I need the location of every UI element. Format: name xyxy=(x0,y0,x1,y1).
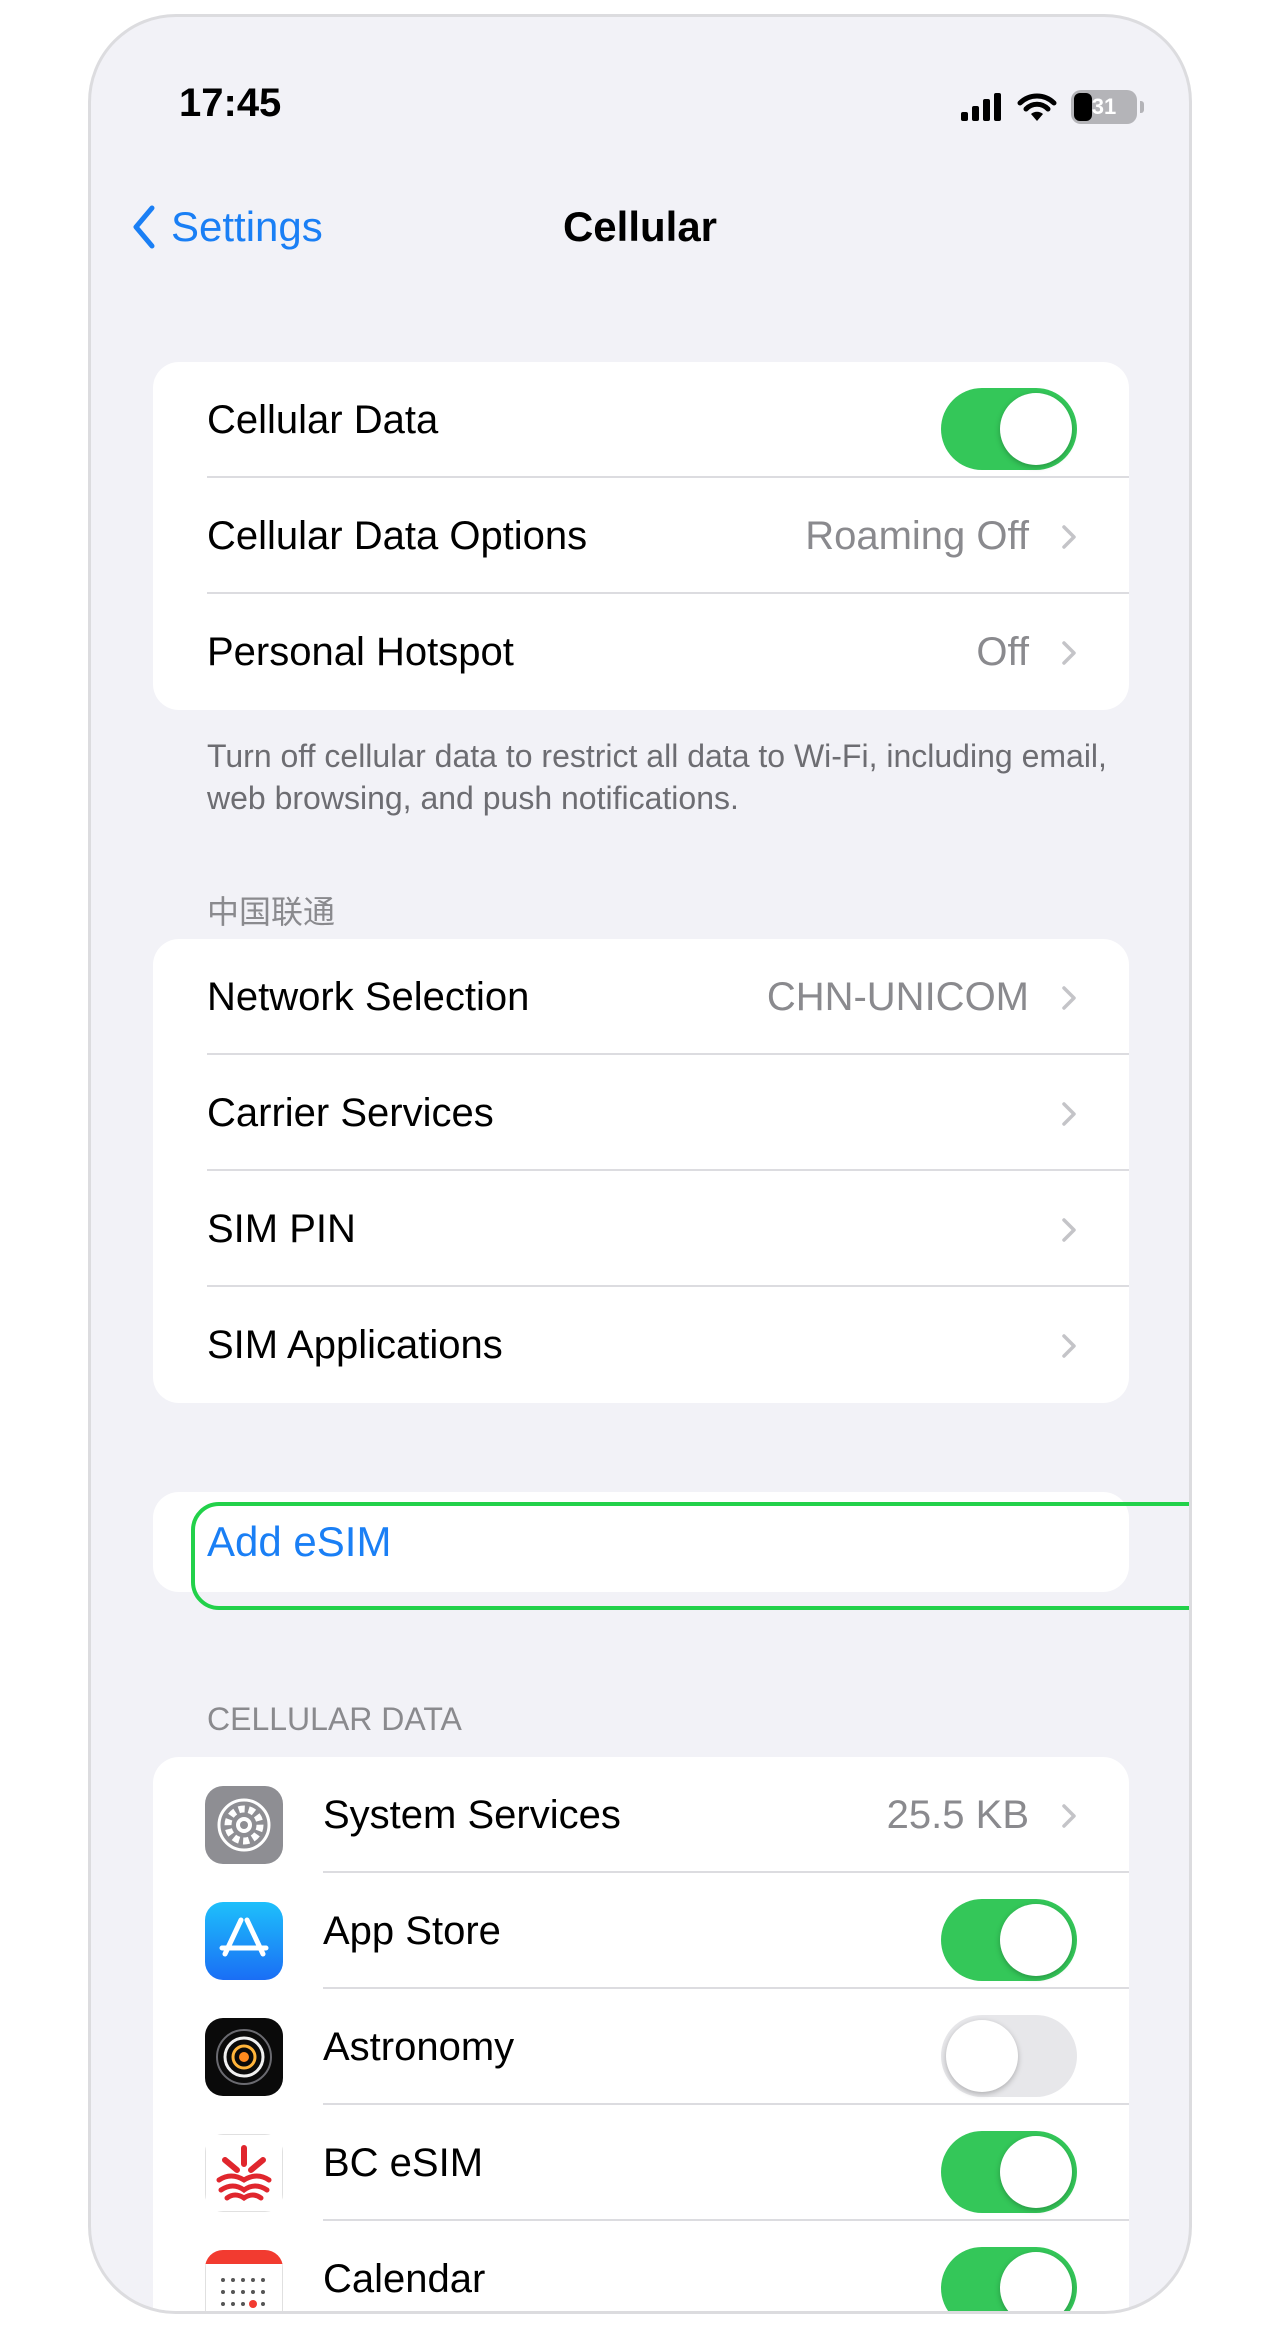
carrier-services-row[interactable]: Carrier Services xyxy=(153,1055,1129,1171)
system-services-row[interactable]: System Services 25.5 KB xyxy=(153,1757,1129,1873)
row-label: Network Selection xyxy=(207,974,530,1019)
row-label: Personal Hotspot xyxy=(207,629,514,674)
row-label: SIM PIN xyxy=(207,1206,356,1251)
cellular-data-toggle[interactable] xyxy=(941,388,1077,470)
signal-icon xyxy=(961,93,1001,121)
row-label: Cellular Data Options xyxy=(207,513,588,558)
status-bar: 17:45 31 xyxy=(91,17,1189,167)
gear-icon xyxy=(205,1786,283,1864)
battery-level: 31 xyxy=(1091,94,1117,119)
chevron-right-icon xyxy=(1062,1102,1076,1126)
sim-pin-row[interactable]: SIM PIN xyxy=(153,1171,1129,1287)
chevron-right-icon xyxy=(1062,641,1076,665)
cellular-data-options-row[interactable]: Cellular Data Options Roaming Off xyxy=(153,478,1129,594)
astronomy-row: Astronomy xyxy=(153,1989,1129,2105)
network-selection-row[interactable]: Network Selection CHN-UNICOM xyxy=(153,939,1129,1055)
row-label: SIM Applications xyxy=(207,1322,503,1367)
app-store-row: App Store xyxy=(153,1873,1129,1989)
bc-esim-toggle[interactable] xyxy=(941,2131,1077,2213)
add-esim-label: Add eSIM xyxy=(207,1518,392,1565)
cellular-data-footnote: Turn off cellular data to restrict all d… xyxy=(207,738,1107,816)
chevron-right-icon xyxy=(1062,1334,1076,1358)
app-cellular-data-group: System Services 25.5 KB App Store Astron… xyxy=(153,1757,1129,2311)
calendar-row: Calendar xyxy=(153,2221,1129,2311)
phone-frame: 17:45 31 Settings Cellular Cellular Data… xyxy=(88,14,1192,2314)
carrier-section-header: 中国联通 xyxy=(207,894,336,930)
cellular-data-section-header: CELLULAR DATA xyxy=(207,1701,462,1737)
cellular-data-group: Cellular Data Cellular Data Options Roam… xyxy=(153,362,1129,710)
bc-esim-icon xyxy=(205,2134,283,2212)
calendar-icon xyxy=(205,2250,283,2311)
astronomy-toggle[interactable] xyxy=(941,2015,1077,2097)
status-time: 17:45 xyxy=(179,81,282,125)
chevron-right-icon xyxy=(1062,1804,1076,1828)
navigation-bar: Settings Cellular xyxy=(91,187,1189,267)
astronomy-icon xyxy=(205,2018,283,2096)
row-label: Cellular Data xyxy=(207,397,439,442)
battery-icon: 31 xyxy=(1071,90,1144,124)
calendar-toggle[interactable] xyxy=(941,2247,1077,2311)
carrier-group: Network Selection CHN-UNICOM Carrier Ser… xyxy=(153,939,1129,1403)
chevron-right-icon xyxy=(1062,1218,1076,1242)
row-label: App Store xyxy=(323,1908,501,1953)
row-value: Off xyxy=(976,629,1029,674)
cellular-data-row: Cellular Data xyxy=(153,362,1129,478)
row-label: BC eSIM xyxy=(323,2140,484,2185)
chevron-right-icon xyxy=(1062,986,1076,1010)
page-title: Cellular xyxy=(562,203,718,250)
status-icons: 31 xyxy=(961,87,1144,127)
app-store-icon xyxy=(205,1902,283,1980)
row-label: Calendar xyxy=(323,2256,486,2301)
row-label: System Services xyxy=(323,1792,621,1837)
row-label: Carrier Services xyxy=(207,1090,494,1135)
sim-applications-row[interactable]: SIM Applications xyxy=(153,1287,1129,1403)
bc-esim-row: BC eSIM xyxy=(153,2105,1129,2221)
wifi-icon xyxy=(1017,93,1057,121)
row-label: Astronomy xyxy=(323,2024,515,2069)
row-value: Roaming Off xyxy=(805,513,1029,558)
app-store-toggle[interactable] xyxy=(941,1899,1077,1981)
personal-hotspot-row[interactable]: Personal Hotspot Off xyxy=(153,594,1129,710)
add-esim-group: Add eSIM xyxy=(153,1492,1129,1592)
row-value: CHN-UNICOM xyxy=(766,974,1029,1019)
add-esim-button[interactable]: Add eSIM xyxy=(153,1492,1129,1592)
row-value: 25.5 KB xyxy=(886,1792,1029,1837)
chevron-right-icon xyxy=(1062,525,1076,549)
